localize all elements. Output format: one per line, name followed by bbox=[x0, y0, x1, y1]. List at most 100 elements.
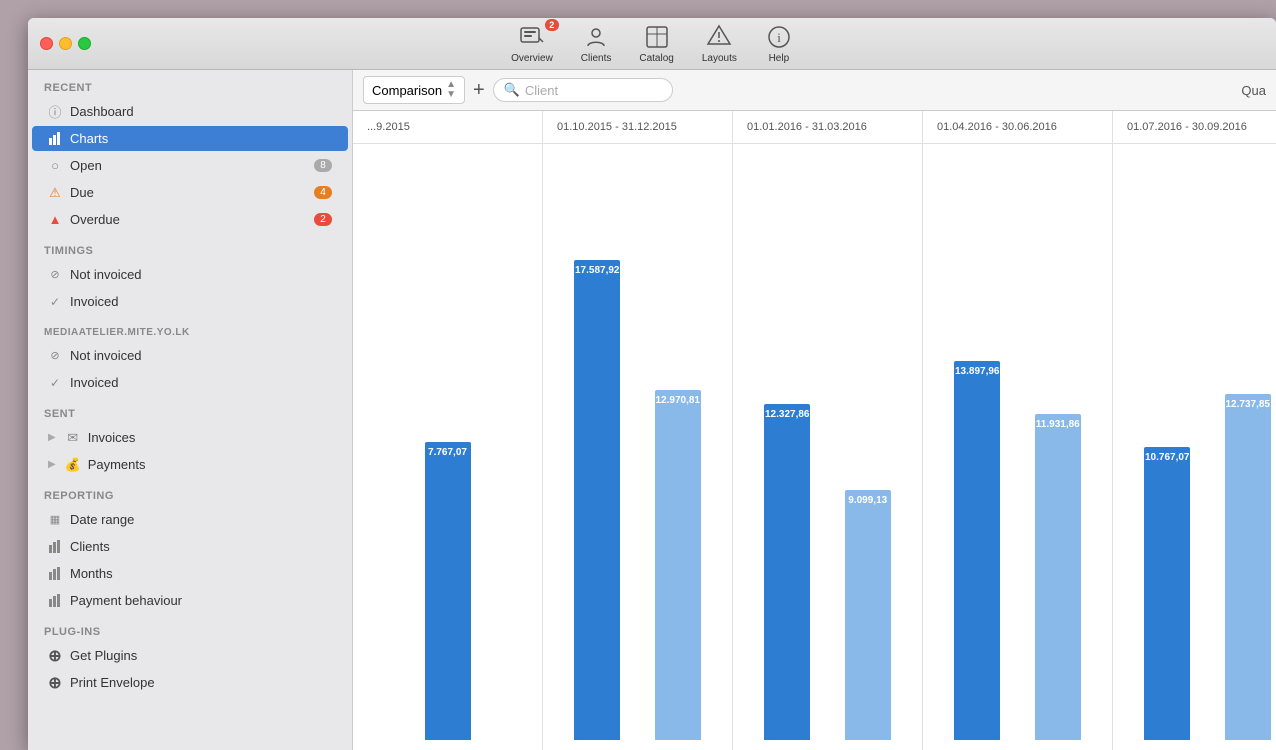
svg-text:i: i bbox=[777, 30, 781, 45]
bar-2-1: 9.099,13 bbox=[845, 154, 891, 740]
invoices-label: Invoices bbox=[88, 430, 136, 445]
sidebar-item-invoiced-timings[interactable]: ✓ Invoiced bbox=[32, 289, 348, 314]
due-icon: ⚠ bbox=[48, 186, 62, 200]
layouts-icon bbox=[705, 23, 733, 51]
chart-header-2: 01.01.2016 - 31.03.2016 bbox=[733, 111, 923, 143]
sidebar-item-invoices[interactable]: ▶ ✉ Invoices bbox=[32, 425, 348, 450]
sidebar-item-invoiced-client[interactable]: ✓ Invoiced bbox=[32, 370, 348, 395]
bar-value-2-1: 9.099,13 bbox=[848, 495, 887, 506]
chart-header: ...9.201501.10.2015 - 31.12.201501.01.20… bbox=[353, 111, 1276, 144]
toolbar-item-clients[interactable]: Clients bbox=[581, 23, 612, 64]
bar-value-2-0: 12.327,86 bbox=[765, 409, 810, 420]
bar-value-3-0: 13.897,96 bbox=[955, 366, 1000, 377]
main-content: RECENT ⓘ Dashboard Charts ○ Open bbox=[28, 70, 1276, 750]
sidebar-item-date-range[interactable]: ▦ Date range bbox=[32, 507, 348, 532]
sidebar-item-due[interactable]: ⚠ Due 4 bbox=[32, 180, 348, 205]
charts-label: Charts bbox=[70, 131, 108, 146]
chart-header-0: ...9.2015 bbox=[353, 111, 543, 143]
catalog-icon bbox=[643, 23, 671, 51]
right-column-label: Qua bbox=[1241, 83, 1266, 98]
overdue-label: Overdue bbox=[70, 212, 120, 227]
bar-2-0: 12.327,86 bbox=[764, 154, 810, 740]
bar-value-4-1: 12.737,85 bbox=[1226, 399, 1271, 410]
bar-fill-2-1: 9.099,13 bbox=[845, 490, 891, 740]
main-toolbar: 2 Overview Clients bbox=[511, 23, 793, 64]
overview-icon bbox=[518, 23, 546, 51]
due-label: Due bbox=[70, 185, 94, 200]
bar-3-0: 13.897,96 bbox=[954, 154, 1000, 740]
content-area: Comparison ▲▼ + 🔍 Client Qua ...9.201501… bbox=[353, 70, 1276, 750]
bar-value-3-1: 11.931,86 bbox=[1036, 419, 1080, 430]
bar-fill-0-0: 7.767,07 bbox=[425, 442, 471, 740]
bar-value-4-0: 10.767,07 bbox=[1145, 452, 1190, 463]
date-range-label: Date range bbox=[70, 512, 134, 527]
sidebar-item-overdue[interactable]: ▲ Overdue 2 bbox=[32, 207, 348, 232]
invoiced-client-label: Invoiced bbox=[70, 375, 118, 390]
sidebar-item-charts[interactable]: Charts bbox=[32, 126, 348, 151]
chart-icon bbox=[48, 132, 62, 146]
toolbar-item-overview[interactable]: 2 Overview bbox=[511, 23, 553, 64]
titlebar: 2 Overview Clients bbox=[28, 18, 1276, 70]
chart-column-3: 13.897,96 11.931,86 bbox=[923, 144, 1113, 750]
close-button[interactable] bbox=[40, 37, 53, 50]
bar-fill-1-1: 12.970,81 bbox=[655, 390, 701, 740]
sidebar: RECENT ⓘ Dashboard Charts ○ Open bbox=[28, 70, 353, 750]
toolbar-item-catalog[interactable]: Catalog bbox=[639, 23, 673, 64]
print-envelope-icon: ⊕ bbox=[48, 676, 62, 690]
bar-value-0-0: 7.767,07 bbox=[428, 447, 467, 458]
get-plugins-icon: ⊕ bbox=[48, 649, 62, 663]
sidebar-item-get-plugins[interactable]: ⊕ Get Plugins bbox=[32, 643, 348, 668]
sidebar-item-clients[interactable]: Clients bbox=[32, 534, 348, 559]
toolbar-item-help[interactable]: i Help bbox=[765, 23, 793, 64]
comparison-dropdown[interactable]: Comparison ▲▼ bbox=[363, 76, 465, 104]
payments-icon: 💰 bbox=[66, 458, 80, 472]
overview-badge: 2 bbox=[545, 19, 559, 31]
clients-icon bbox=[582, 23, 610, 51]
clients-reporting-icon bbox=[48, 540, 62, 554]
open-label: Open bbox=[70, 158, 102, 173]
payments-expand-icon: ▶ bbox=[48, 459, 56, 470]
clients-reporting-label: Clients bbox=[70, 539, 110, 554]
bar-value-1-1: 12.970,81 bbox=[656, 395, 701, 406]
clients-label: Clients bbox=[581, 53, 612, 64]
chart-header-3: 01.04.2016 - 30.06.2016 bbox=[923, 111, 1113, 143]
layouts-label: Layouts bbox=[702, 53, 737, 64]
chart-area: ...9.201501.10.2015 - 31.12.201501.01.20… bbox=[353, 111, 1276, 750]
bar-1-0: 17.587,92 bbox=[574, 154, 620, 740]
reporting-section-label: REPORTING bbox=[28, 478, 352, 506]
bar-0-0: 7.767,07 bbox=[425, 154, 471, 740]
sidebar-item-months[interactable]: Months bbox=[32, 561, 348, 586]
invoiced-client-icon: ✓ bbox=[48, 376, 62, 390]
maximize-button[interactable] bbox=[78, 37, 91, 50]
print-envelope-label: Print Envelope bbox=[70, 675, 155, 690]
dropdown-arrows-icon: ▲▼ bbox=[446, 80, 456, 100]
chart-column-0: 7.767,07 bbox=[353, 144, 543, 750]
bar-4-1: 12.737,85 bbox=[1225, 154, 1271, 740]
search-icon: 🔍 bbox=[504, 82, 520, 98]
help-icon: i bbox=[765, 23, 793, 51]
client-search[interactable]: 🔍 Client bbox=[493, 78, 673, 102]
sidebar-item-payments[interactable]: ▶ 💰 Payments bbox=[32, 452, 348, 477]
invoiced-timings-icon: ✓ bbox=[48, 295, 62, 309]
sidebar-item-not-invoiced-timings[interactable]: ⊘ Not invoiced bbox=[32, 262, 348, 287]
not-invoiced-timings-label: Not invoiced bbox=[70, 267, 142, 282]
add-comparison-button[interactable]: + bbox=[473, 80, 485, 100]
toolbar-item-layouts[interactable]: Layouts bbox=[702, 23, 737, 64]
due-badge: 4 bbox=[314, 186, 332, 199]
sidebar-item-open[interactable]: ○ Open 8 bbox=[32, 153, 348, 178]
sidebar-item-dashboard[interactable]: ⓘ Dashboard bbox=[32, 99, 348, 124]
sidebar-item-not-invoiced-client[interactable]: ⊘ Not invoiced bbox=[32, 343, 348, 368]
app-window: 2 Overview Clients bbox=[28, 18, 1276, 750]
minimize-button[interactable] bbox=[59, 37, 72, 50]
payments-label: Payments bbox=[88, 457, 146, 472]
bar-1-1: 12.970,81 bbox=[655, 154, 701, 740]
bar-fill-4-1: 12.737,85 bbox=[1225, 394, 1271, 740]
chart-column-4: 10.767,07 12.737,85 bbox=[1113, 144, 1276, 750]
bar-fill-2-0: 12.327,86 bbox=[764, 404, 810, 740]
sidebar-item-print-envelope[interactable]: ⊕ Print Envelope bbox=[32, 670, 348, 695]
sidebar-item-payment-behaviour[interactable]: Payment behaviour bbox=[32, 588, 348, 613]
payment-behaviour-label: Payment behaviour bbox=[70, 593, 182, 608]
not-invoiced-timings-icon: ⊘ bbox=[48, 268, 62, 282]
traffic-lights bbox=[40, 37, 91, 50]
chart-header-1: 01.10.2015 - 31.12.2015 bbox=[543, 111, 733, 143]
